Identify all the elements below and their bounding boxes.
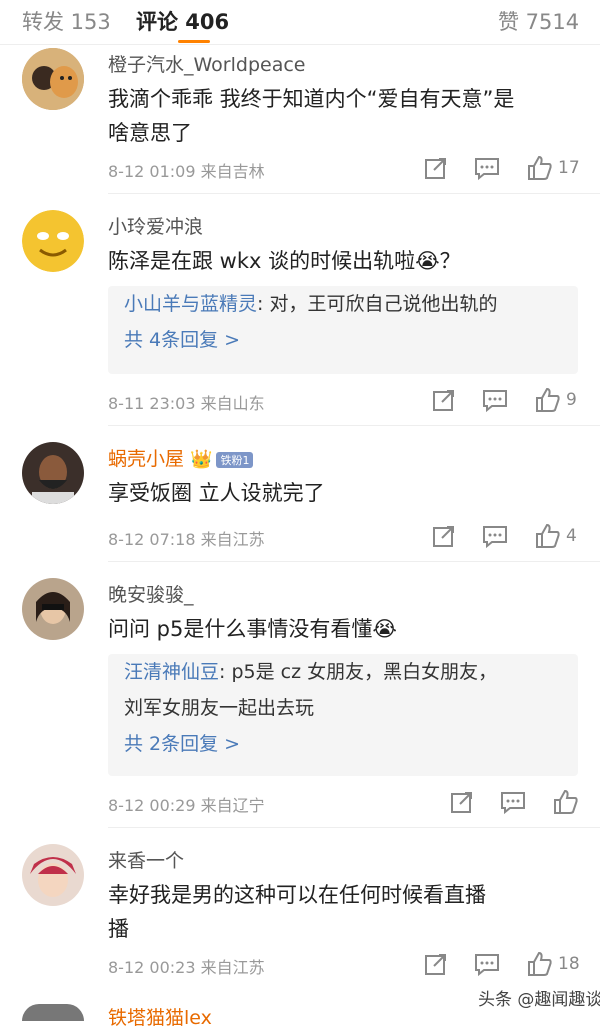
comment-meta: 8-12 00:29 来自辽宁 <box>108 796 265 815</box>
username[interactable]: 铁塔猫猫lex <box>108 1003 212 1030</box>
username[interactable]: 小玲爱冲浪 <box>108 212 203 239</box>
more-replies-link[interactable]: 共 2条回复 > <box>108 726 578 762</box>
reply-text-line: 刘军女朋友一起出去玩 <box>124 697 315 719</box>
comment-text: 陈泽是在跟 wkx 谈的时候出轨啦😭？ <box>108 249 461 273</box>
comment-meta: 8-11 23:03 来自山东 <box>108 394 265 413</box>
comment-icon[interactable] <box>500 790 526 816</box>
like-icon[interactable] <box>534 523 560 549</box>
reply-username[interactable]: 小山羊与蓝精灵 <box>124 293 257 315</box>
comment-text: 问问 p5是什么事情没有看懂😭 <box>108 617 397 641</box>
avatar[interactable] <box>22 48 84 110</box>
like-icon[interactable] <box>526 951 552 977</box>
comment-icon[interactable] <box>474 952 500 978</box>
like-count: 9 <box>566 390 577 410</box>
comment-icon[interactable] <box>482 388 508 414</box>
reply-box[interactable]: 汪清神仙豆: p5是 cz 女朋友，黑白女朋友， 刘军女朋友一起出去玩 共 2条… <box>108 654 578 776</box>
like-count: 4 <box>566 526 577 546</box>
comment-text-line: 啥意思了 <box>108 121 192 145</box>
avatar[interactable] <box>22 442 84 504</box>
share-icon[interactable] <box>424 952 448 978</box>
share-icon[interactable] <box>450 790 474 816</box>
comment-icon[interactable] <box>482 524 508 550</box>
comment-text-line: 我滴个乖乖 我终于知道内个“爱自有天意”是 <box>108 87 515 111</box>
fan-badge: 铁粉1 <box>216 451 254 468</box>
share-icon[interactable] <box>424 156 448 182</box>
tab-comments[interactable]: 评论 406 <box>136 6 229 36</box>
tab-likes[interactable]: 赞 7514 <box>498 6 579 36</box>
comment-icon[interactable] <box>474 156 500 182</box>
watermark: 头条 @趣闻趣谈 <box>478 990 600 1010</box>
divider <box>108 827 600 828</box>
comment-tabs: 转发 153 评论 406 赞 7514 <box>0 0 600 45</box>
username[interactable]: 来香一个 <box>108 846 184 873</box>
reply-line: 汪清神仙豆: p5是 cz 女朋友，黑白女朋友， <box>108 654 578 690</box>
like-count: 17 <box>558 158 580 178</box>
avatar[interactable] <box>22 578 84 640</box>
vip-crown-icon: 👑 <box>190 449 213 470</box>
share-icon[interactable] <box>432 524 456 550</box>
username[interactable]: 晚安骏骏_ <box>108 580 194 607</box>
like-count: 18 <box>558 954 580 974</box>
like-icon[interactable] <box>526 155 552 181</box>
comment-text: 享受饭圈 立人设就完了 <box>108 481 325 505</box>
avatar[interactable] <box>22 844 84 906</box>
reply-text: : 对，王可欣自己说他出轨的 <box>257 293 498 315</box>
username-text[interactable]: 蜗壳小屋 <box>108 448 184 470</box>
avatar[interactable] <box>22 1004 84 1021</box>
reply-box[interactable]: 小山羊与蓝精灵: 对，王可欣自己说他出轨的 共 4条回复 > <box>108 286 578 374</box>
share-icon[interactable] <box>432 388 456 414</box>
tab-indicator <box>178 40 210 43</box>
comment-text-line: 幸好我是男的这种可以在任何时候看直播 <box>108 883 486 907</box>
username[interactable]: 橙子汽水_Worldpeace <box>108 50 305 77</box>
comment-text-line: 播 <box>108 917 129 941</box>
avatar[interactable] <box>22 210 84 272</box>
comment-meta: 8-12 00:23 来自江苏 <box>108 958 265 977</box>
divider <box>108 561 600 562</box>
divider <box>108 193 600 194</box>
username: 蜗壳小屋 👑 铁粉1 <box>108 444 254 471</box>
more-replies-link[interactable]: 共 4条回复 > <box>108 322 578 358</box>
reply-username[interactable]: 汪清神仙豆 <box>124 661 219 683</box>
tab-repost[interactable]: 转发 153 <box>22 6 111 36</box>
like-icon[interactable] <box>534 387 560 413</box>
comment-text: 幸好我是男的这种可以在任何时候看直播 播 <box>108 878 578 946</box>
divider <box>108 425 600 426</box>
comment-meta: 8-12 01:09 来自吉林 <box>108 162 265 181</box>
like-icon[interactable] <box>552 789 578 815</box>
comment-text: 我滴个乖乖 我终于知道内个“爱自有天意”是 啥意思了 <box>108 82 578 150</box>
reply-text: : p5是 cz 女朋友，黑白女朋友， <box>219 661 498 683</box>
reply-line: 小山羊与蓝精灵: 对，王可欣自己说他出轨的 <box>108 286 578 322</box>
comment-meta: 8-12 07:18 来自江苏 <box>108 530 265 549</box>
